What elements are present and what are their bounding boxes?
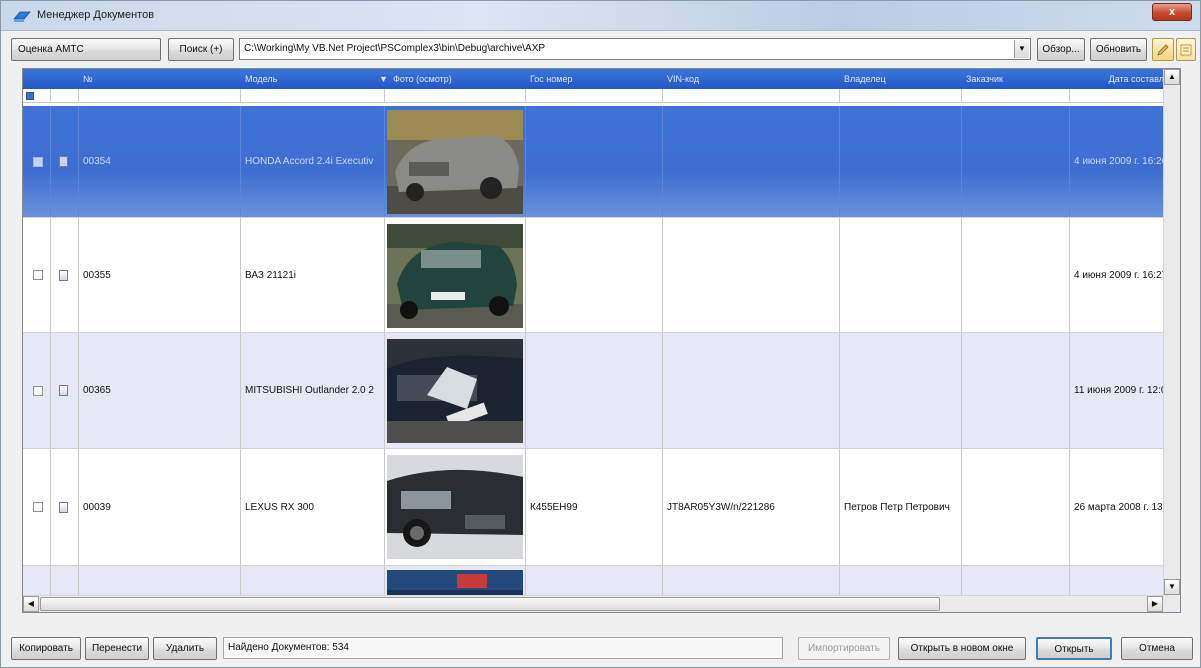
search-button[interactable]: Поиск (+) xyxy=(168,38,234,61)
chevron-down-icon[interactable]: ▼ xyxy=(1014,40,1029,58)
filter-cell[interactable] xyxy=(663,89,840,103)
document-icon xyxy=(59,385,68,396)
scroll-right-icon[interactable]: ▶ xyxy=(1147,596,1163,612)
car-photo-thumbnail xyxy=(387,339,523,443)
cell-photo[interactable] xyxy=(385,449,526,565)
column-header-plate[interactable]: Гос номер xyxy=(526,69,661,89)
scroll-up-icon[interactable]: ▲ xyxy=(1164,69,1180,85)
category-button[interactable]: Оценка АМТС xyxy=(11,38,161,61)
column-header-number[interactable]: № xyxy=(79,69,239,89)
cell-customer[interactable] xyxy=(962,333,1070,448)
path-combobox[interactable]: C:\Working\My VB.Net Project\PSComplex3\… xyxy=(239,38,1031,60)
sort-arrow-icon: ▼ xyxy=(379,74,388,84)
delete-button[interactable]: Удалить xyxy=(153,637,217,660)
select-all-checkbox-cell[interactable] xyxy=(23,89,51,103)
open-in-new-window-button[interactable]: Открыть в новом окне xyxy=(898,637,1026,660)
cell-date[interactable]: 26 марта 2008 г. 13:07 xyxy=(1070,449,1166,565)
cell-customer[interactable] xyxy=(962,106,1070,217)
column-header-date[interactable]: Дата составл xyxy=(1078,69,1166,89)
cell-photo[interactable] xyxy=(385,218,526,332)
row-checkbox[interactable] xyxy=(33,270,43,280)
row-checkbox[interactable] xyxy=(33,385,43,396)
cell-photo[interactable] xyxy=(385,333,526,448)
open-button[interactable]: Открыть xyxy=(1036,637,1112,660)
car-photo-thumbnail xyxy=(387,224,523,328)
scroll-down-icon[interactable]: ▼ xyxy=(1164,579,1180,595)
cell-model[interactable]: ВАЗ 21121i xyxy=(241,218,385,332)
cell-plate[interactable] xyxy=(526,333,663,448)
cell-vin[interactable] xyxy=(663,106,840,217)
copy-button[interactable]: Копировать xyxy=(11,637,81,660)
import-button[interactable]: Импортировать xyxy=(798,637,890,660)
cell-number[interactable]: 00355 xyxy=(79,218,241,332)
table-row[interactable]: 00355 ВАЗ 21121i 4 июня 2009 г. 16:27 xyxy=(23,218,1180,333)
filter-cell[interactable] xyxy=(526,89,663,103)
cell-owner[interactable] xyxy=(840,218,962,332)
column-header-vin[interactable]: VIN-код xyxy=(663,69,838,89)
cell-date[interactable]: 11 июня 2009 г. 12:07 xyxy=(1070,333,1166,448)
filter-cell[interactable] xyxy=(962,89,1070,103)
cell-customer[interactable] xyxy=(962,449,1070,565)
cell-plate[interactable] xyxy=(526,106,663,217)
close-button[interactable]: x xyxy=(1152,3,1192,21)
cell-model[interactable]: HONDA Accord 2.4i Executiv xyxy=(241,106,385,217)
grid-header: № Модель ▼ Фото (осмотр) Гос номер VIN-к… xyxy=(23,69,1180,89)
table-row[interactable]: 00354 HONDA Accord 2.4i Executiv 4 июня … xyxy=(23,106,1180,218)
documents-grid[interactable]: № Модель ▼ Фото (осмотр) Гос номер VIN-к… xyxy=(22,68,1181,613)
title-bar[interactable]: Менеджер Документов x xyxy=(1,1,1200,31)
row-checkbox[interactable] xyxy=(33,502,43,512)
horizontal-scrollbar[interactable]: ◀ ▶ xyxy=(23,595,1164,612)
document-icon xyxy=(59,269,68,281)
cell-customer[interactable] xyxy=(962,218,1070,332)
cell-number[interactable]: 00365 xyxy=(79,333,241,448)
column-header-owner[interactable]: Владелец xyxy=(840,69,960,89)
app-icon xyxy=(13,11,31,22)
move-button[interactable]: Перенести xyxy=(85,637,149,660)
column-header-model[interactable]: Модель xyxy=(241,69,381,89)
filter-row[interactable] xyxy=(23,89,1180,103)
cell-number[interactable]: 00354 xyxy=(79,106,241,217)
status-found-count: Найдено Документов: 534 xyxy=(223,637,783,659)
filter-cell[interactable] xyxy=(79,89,241,103)
refresh-button[interactable]: Обновить xyxy=(1090,38,1147,61)
column-header-customer[interactable]: Заказчик xyxy=(962,69,1067,89)
scroll-left-icon[interactable]: ◀ xyxy=(23,596,39,612)
cancel-button[interactable]: Отмена xyxy=(1121,637,1193,660)
cell-owner[interactable] xyxy=(840,106,962,217)
cell-owner[interactable]: Петров Петр Петрович xyxy=(840,449,962,565)
vertical-scrollbar[interactable]: ▲ ▼ xyxy=(1163,69,1180,612)
filter-cell[interactable] xyxy=(51,89,79,103)
cell-number[interactable]: 00039 xyxy=(79,449,241,565)
pencil-icon[interactable] xyxy=(1152,38,1174,61)
notes-icon[interactable] xyxy=(1176,38,1196,61)
cell-photo[interactable] xyxy=(385,106,526,217)
column-header-photo[interactable]: Фото (осмотр) xyxy=(389,69,524,89)
car-photo-thumbnail xyxy=(387,455,523,559)
horizontal-scroll-thumb[interactable] xyxy=(40,597,940,611)
cell-plate[interactable]: К455ЕН99 xyxy=(526,449,663,565)
cell-model[interactable]: LEXUS RX 300 xyxy=(241,449,385,565)
cell-date[interactable]: 4 июня 2009 г. 16:26 xyxy=(1070,106,1166,217)
cell-owner[interactable] xyxy=(840,333,962,448)
car-photo-thumbnail xyxy=(387,110,523,214)
cell-vin[interactable] xyxy=(663,333,840,448)
window-title: Менеджер Документов xyxy=(37,9,155,21)
table-row[interactable]: 00039 LEXUS RX 300 К455ЕН99 JT8AR05Y3W/n… xyxy=(23,449,1180,566)
document-icon xyxy=(59,156,68,167)
cell-vin[interactable] xyxy=(663,218,840,332)
cell-vin[interactable]: JT8AR05Y3W/n/221286 xyxy=(663,449,840,565)
row-checkbox[interactable] xyxy=(33,156,43,167)
cell-model[interactable]: MITSUBISHI Outlander 2.0 2 xyxy=(241,333,385,448)
document-manager-window: Менеджер Документов x Оценка АМТС Поиск … xyxy=(0,0,1201,668)
filter-cell[interactable] xyxy=(385,89,526,103)
cell-plate[interactable] xyxy=(526,218,663,332)
browse-button[interactable]: Обзор... xyxy=(1037,38,1085,61)
filter-cell[interactable] xyxy=(840,89,962,103)
cell-date[interactable]: 4 июня 2009 г. 16:27 xyxy=(1070,218,1166,332)
document-icon xyxy=(59,501,68,513)
filter-cell[interactable] xyxy=(241,89,385,103)
table-row[interactable]: 00365 MITSUBISHI Outlander 2.0 2 11 июня… xyxy=(23,333,1180,449)
select-all-checkbox[interactable] xyxy=(26,92,34,100)
